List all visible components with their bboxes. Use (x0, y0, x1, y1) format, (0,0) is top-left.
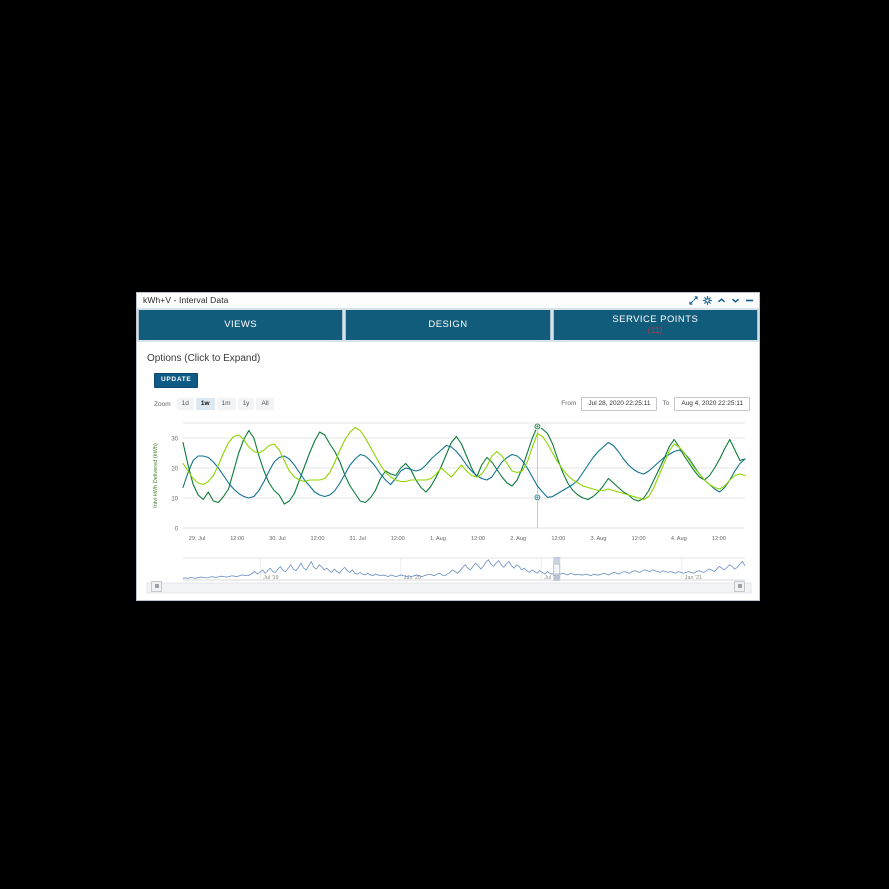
svg-text:12:00: 12:00 (391, 536, 405, 542)
svg-text:12:00: 12:00 (230, 536, 244, 542)
navigator-scroll-right-button[interactable] (734, 580, 745, 592)
from-date-input[interactable]: Jul 28, 2020 22:25:11 (581, 396, 658, 411)
zoom-button-1d[interactable]: 1d (176, 397, 194, 411)
tab-design-label: DESIGN (428, 319, 468, 331)
svg-text:12:00: 12:00 (551, 536, 565, 542)
zoom-button-all[interactable]: All (256, 397, 274, 411)
svg-text:10: 10 (171, 496, 178, 502)
tab-design[interactable]: DESIGN (345, 310, 551, 340)
date-range-controls: From Jul 28, 2020 22:25:11 To Aug 4, 202… (556, 396, 750, 411)
tab-views[interactable]: VIEWS (138, 310, 344, 340)
tab-views-label: VIEWS (224, 319, 258, 331)
window-titlebar: kWh+V - Interval Data (137, 293, 759, 309)
svg-text:12:00: 12:00 (310, 536, 324, 542)
tab-service-points[interactable]: SERVICE POINTS (11) (552, 310, 758, 340)
svg-text:0: 0 (175, 526, 179, 532)
titlebar-icon-group (689, 296, 754, 305)
update-button[interactable]: UPDATE (154, 373, 199, 388)
svg-text:2. Aug: 2. Aug (510, 536, 526, 542)
svg-text:29. Jul: 29. Jul (189, 536, 205, 542)
zoom-button-1y[interactable]: 1y (237, 397, 255, 411)
zoom-button-1w[interactable]: 1w (195, 397, 215, 411)
to-label: To (662, 400, 670, 408)
chart-navigator[interactable]: Jul '19 Jan '20 Jul '20 Jan '21 (145, 554, 753, 594)
svg-text:3. Aug: 3. Aug (591, 536, 607, 542)
main-tab-bar: VIEWS DESIGN SERVICE POINTS (11) (137, 309, 759, 342)
to-date-input[interactable]: Aug 4, 2020 22:25:11 (674, 396, 750, 411)
svg-text:12:00: 12:00 (712, 536, 726, 542)
window-body: Options (Click to Expand) UPDATE Zoom 1d… (137, 342, 759, 594)
interval-chart-svg[interactable]: 0 10 20 30 Intvl kWh Delivered (kWh) 29. Jul 1… (145, 417, 753, 552)
svg-text:1. Aug: 1. Aug (430, 536, 446, 542)
zoom-toolbar: Zoom 1d 1w 1m 1y All From Jul 28, 2020 2… (154, 396, 751, 411)
gear-icon[interactable] (703, 296, 712, 305)
navigator-svg[interactable]: Jul '19 Jan '20 Jul '20 Jan '21 (145, 554, 753, 594)
caret-down-icon[interactable] (731, 297, 740, 304)
svg-text:Jul '19: Jul '19 (263, 575, 278, 581)
svg-text:Intvl kWh Delivered (kWh): Intvl kWh Delivered (kWh) (153, 443, 159, 508)
svg-text:Jan '21: Jan '21 (685, 575, 702, 581)
minimize-icon[interactable] (745, 297, 754, 304)
interval-chart: 0 10 20 30 Intvl kWh Delivered (kWh) 29. Jul 1… (145, 417, 751, 552)
svg-text:4. Aug: 4. Aug (671, 536, 687, 542)
tab-service-points-label: SERVICE POINTS (612, 314, 699, 326)
navigator-scroll-left-button[interactable] (151, 580, 162, 592)
svg-text:20: 20 (171, 466, 178, 472)
zoom-button-1m[interactable]: 1m (216, 397, 236, 411)
caret-up-icon[interactable] (717, 297, 726, 304)
svg-text:30. Jul: 30. Jul (269, 536, 285, 542)
options-expand-label[interactable]: Options (Click to Expand) (145, 342, 751, 364)
svg-text:30: 30 (171, 436, 178, 442)
svg-text:12:00: 12:00 (471, 536, 485, 542)
zoom-label: Zoom (154, 400, 171, 408)
window-title: kWh+V - Interval Data (143, 295, 229, 306)
svg-text:12:00: 12:00 (632, 536, 646, 542)
expand-icon[interactable] (689, 296, 698, 305)
from-label: From (561, 400, 577, 408)
service-points-count-badge: (11) (647, 325, 663, 335)
interval-data-window: kWh+V - Interval Data VIEWS DESIGN SERVI… (136, 292, 760, 601)
svg-text:31. Jul: 31. Jul (349, 536, 365, 542)
screen: kWh+V - Interval Data VIEWS DESIGN SERVI… (0, 0, 889, 889)
